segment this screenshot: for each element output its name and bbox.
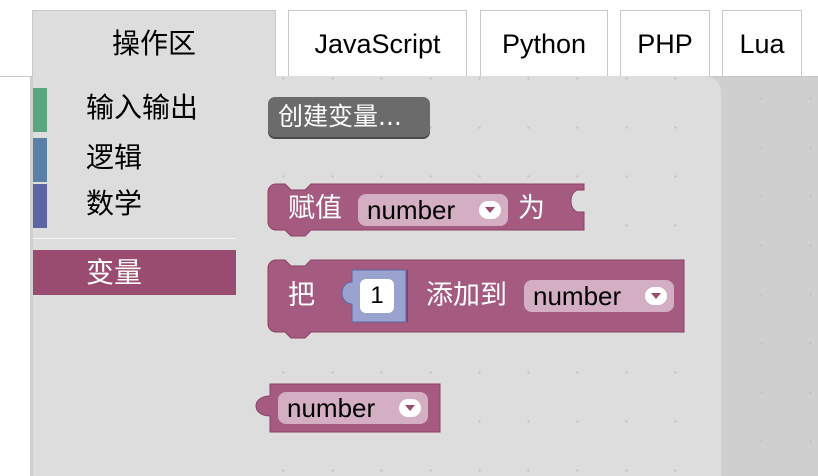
chevron-down-icon [479, 201, 501, 219]
chevron-down-icon [645, 287, 667, 305]
chevron-down-icon [399, 399, 421, 417]
dropdown-value: number [287, 393, 376, 423]
set-block-prefix: 赋值 [288, 193, 342, 224]
change-block-prefix: 把 [288, 280, 315, 311]
getter-variable-dropdown[interactable]: number [278, 392, 428, 424]
change-variable-dropdown[interactable]: number [524, 280, 674, 312]
dropdown-value: number [367, 195, 456, 225]
dropdown-value: number [533, 281, 622, 311]
set-variable-dropdown[interactable]: number [358, 194, 508, 226]
amount-field[interactable]: 1 [360, 279, 394, 313]
set-block-suffix: 为 [518, 193, 545, 224]
change-block-middle: 添加到 [426, 280, 507, 311]
